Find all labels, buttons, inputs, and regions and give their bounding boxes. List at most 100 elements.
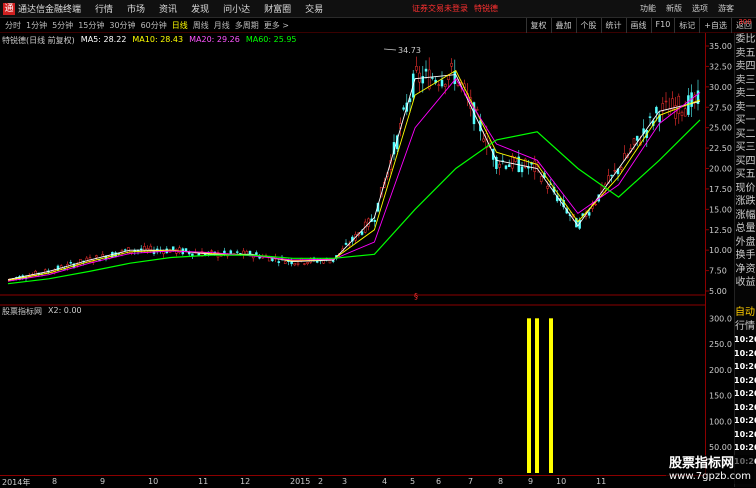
side-items: 委比 卖五 卖四 卖三 卖二 卖一 买一 买二 买三 买四 买五 现价 涨跌 涨幅 总量 外盘 换手 净资 收益 — [735, 33, 756, 290]
side-item: 买一 — [735, 115, 756, 126]
menu-function[interactable]: 功能 — [640, 3, 656, 14]
period-tab-weekly[interactable]: 周线 — [193, 20, 209, 31]
menu-item-news[interactable]: 资讯 — [159, 2, 177, 15]
x-axis-label: 10 — [556, 477, 567, 486]
watermark: 股票指标网 www.7gpzb.com — [666, 455, 754, 484]
price-tick-label: 32.50 — [709, 62, 732, 71]
side-item: 买五 — [735, 169, 756, 180]
side-item: 现价 — [735, 182, 756, 194]
candle-body — [453, 71, 457, 85]
candle-body — [171, 246, 175, 251]
main-chart-title: 特锐德(日线 前复权) — [2, 36, 75, 45]
x-axis-label: 6 — [436, 477, 442, 486]
menu-item-quotes[interactable]: 行情 — [95, 2, 113, 15]
candle-body — [648, 116, 652, 118]
auto-label[interactable]: 自动 — [734, 306, 756, 320]
candle-body — [511, 155, 514, 169]
period-tab-intraday[interactable]: 分时 — [5, 20, 21, 31]
candle-body — [482, 138, 485, 142]
side-item: 买二 — [735, 128, 756, 140]
candle-body — [610, 174, 613, 177]
candle-body — [632, 138, 636, 145]
menu-item-trade[interactable]: 交易 — [305, 2, 323, 15]
menu-new[interactable]: 新版 — [666, 3, 682, 14]
stock-button[interactable]: 个股 — [575, 18, 601, 33]
price-tick-label: 15.00 — [709, 205, 732, 214]
toolbar-right: 复权 叠加 个股 统计 画线 F10 标记 +自选 返回 — [525, 18, 756, 33]
price-tick-label: 30.00 — [709, 83, 732, 92]
price-tick-label: 22.50 — [709, 144, 732, 153]
candle-body — [475, 109, 479, 111]
app-logo-icon: 通 — [3, 2, 15, 15]
period-tab-5min[interactable]: 5分钟 — [52, 20, 73, 31]
candle-body — [619, 167, 623, 170]
period-tab-more[interactable]: 更多 > — [264, 20, 289, 31]
candle-body — [101, 254, 105, 257]
price-tick-label: 35.00 — [709, 42, 732, 51]
chart-area[interactable]: 34.73 § 特锐德(日线 前复权) MA5: 28.22 MA10: 28.… — [0, 33, 705, 487]
candle-body — [507, 164, 511, 168]
menu-guest[interactable]: 游客 — [718, 3, 734, 14]
menu-item-wealth[interactable]: 财富圈 — [264, 2, 291, 15]
candle-body — [331, 260, 335, 262]
ma60-label: MA60: 25.95 — [245, 35, 297, 44]
side-item: 净资 — [735, 263, 756, 275]
x-axis-label: 11 — [198, 477, 209, 486]
price-tick-label: 5.00 — [709, 287, 727, 296]
candle-body — [450, 63, 453, 67]
candle-body — [424, 68, 428, 72]
candle-body — [360, 231, 364, 235]
quote-label: 行情 — [735, 320, 755, 332]
candle-body — [328, 260, 332, 264]
app-name: 通达信金融终端 — [18, 5, 82, 15]
period-tab-daily[interactable]: 日线 — [172, 20, 188, 31]
side-item: 卖三 — [735, 74, 756, 86]
period-tab-monthly[interactable]: 月线 — [214, 20, 230, 31]
candle-body — [677, 95, 681, 114]
candle-body — [687, 95, 690, 115]
candle-body — [373, 219, 377, 222]
f10-button[interactable]: F10 — [650, 18, 675, 33]
menu-options[interactable]: 选项 — [692, 3, 708, 14]
side-item: 外盘 — [735, 236, 756, 248]
indicator-tick-label: 50.00 — [709, 443, 732, 452]
x-axis-label: 9 — [100, 477, 106, 486]
x-axis-label: 2015 — [290, 477, 311, 486]
main-chart-info: 特锐德(日线 前复权) MA5: 28.22 MA10: 28.43 MA20:… — [2, 35, 297, 46]
overlay-button[interactable]: 叠加 — [550, 18, 576, 33]
watermark-url: www.7gpzb.com — [669, 471, 751, 482]
side-item: 收益 — [735, 277, 756, 288]
kline-svg[interactable]: 34.73 § — [0, 33, 705, 475]
menu-item-ask[interactable]: 问小达 — [223, 2, 250, 15]
menu-item-market[interactable]: 市场 — [127, 2, 145, 15]
price-tick-label: 17.50 — [709, 185, 732, 194]
candle-body — [293, 263, 297, 266]
indicator-info: 股票指标网 X2: 0.00 — [2, 306, 82, 317]
candle-body — [149, 245, 153, 251]
time-item: 10:26 — [734, 348, 756, 358]
side-item: 委比 — [735, 34, 756, 45]
period-tab-multi[interactable]: 多周期 — [235, 20, 259, 31]
split-marker: § — [414, 292, 418, 301]
period-tab-30min[interactable]: 30分钟 — [109, 20, 135, 31]
stats-button[interactable]: 统计 — [600, 18, 626, 33]
stock-name: 特锐德 — [474, 4, 498, 13]
draw-button[interactable]: 画线 — [625, 18, 651, 33]
adjust-button[interactable]: 复权 — [525, 18, 551, 33]
period-tab-60min[interactable]: 60分钟 — [141, 20, 167, 31]
menu-item-discover[interactable]: 发现 — [191, 2, 209, 15]
side-item: 买四 — [735, 155, 756, 167]
side-item: 卖五 — [735, 47, 756, 59]
mark-button[interactable]: 标记 — [674, 18, 699, 33]
period-toolbar: 分时 1分钟 5分钟 15分钟 30分钟 60分钟 日线 周线 月线 多周期 更… — [0, 18, 756, 33]
candle-body — [235, 251, 239, 253]
x-axis-label: 5 — [410, 477, 416, 486]
price-tick-label: 7.50 — [709, 267, 727, 276]
login-notice[interactable]: 证券交易未登录 — [412, 3, 468, 14]
time-item: 10:26 — [734, 335, 756, 344]
candle-body — [683, 108, 687, 117]
add-watchlist-button[interactable]: +自选 — [699, 18, 731, 33]
period-tab-1min[interactable]: 1分钟 — [26, 20, 47, 31]
period-tab-15min[interactable]: 15分钟 — [78, 20, 104, 31]
candle-body — [223, 250, 226, 254]
